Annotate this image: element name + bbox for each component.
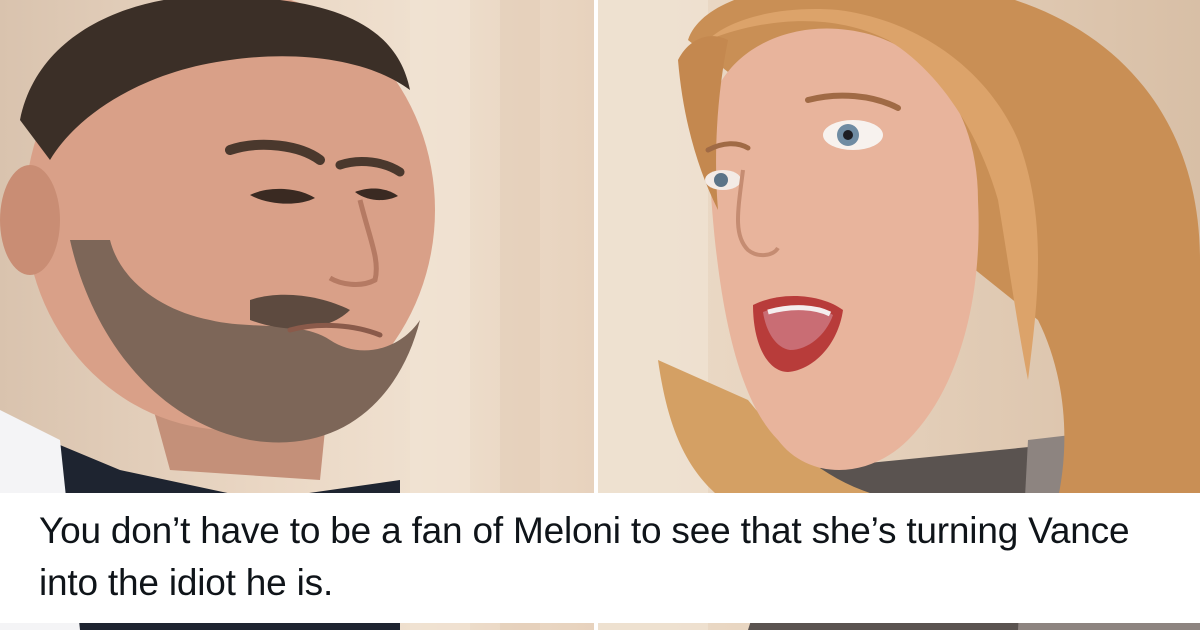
caption-box: You don’t have to be a fan of Meloni to … [0,493,1200,623]
meme-image: You don’t have to be a fan of Meloni to … [0,0,1200,630]
caption-text: You don’t have to be a fan of Meloni to … [39,510,1130,603]
